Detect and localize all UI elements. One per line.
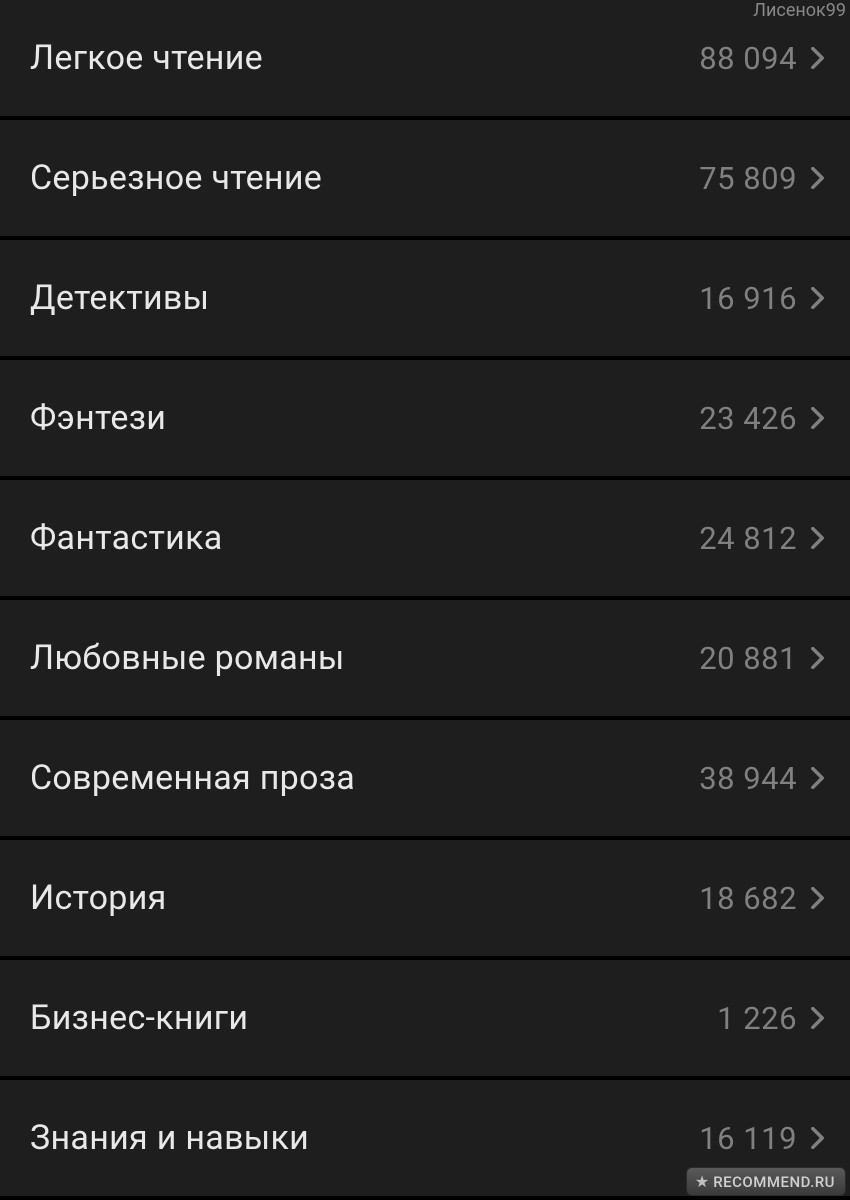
category-count: 20 881	[699, 640, 797, 677]
star-icon: ★	[695, 1172, 709, 1191]
category-item-modern-prose[interactable]: Современная проза 38 944	[0, 720, 850, 840]
category-right: 18 682	[699, 880, 824, 917]
category-right: 24 812	[699, 520, 824, 557]
category-label: Знания и навыки	[30, 1118, 309, 1158]
category-item-easy-reading[interactable]: Легкое чтение 88 094	[0, 0, 850, 120]
chevron-right-icon	[811, 527, 824, 549]
watermark-bottom: ★ RECOMMEND.RU	[686, 1167, 846, 1196]
chevron-right-icon	[811, 167, 824, 189]
category-label: Фантастика	[30, 518, 223, 558]
category-list: Легкое чтение 88 094 Серьезное чтение 75…	[0, 0, 850, 1200]
category-label: Фэнтези	[30, 398, 166, 438]
category-right: 1 226	[717, 1000, 824, 1037]
category-item-history[interactable]: История 18 682	[0, 840, 850, 960]
chevron-right-icon	[811, 647, 824, 669]
watermark-bottom-text: RECOMMEND.RU	[713, 1173, 835, 1191]
category-count: 16 916	[699, 280, 797, 317]
category-right: 88 094	[699, 40, 824, 77]
category-label: Детективы	[30, 278, 209, 318]
category-right: 16 119	[699, 1120, 824, 1157]
category-label: Бизнес-книги	[30, 998, 248, 1038]
category-count: 16 119	[699, 1120, 797, 1157]
category-item-detectives[interactable]: Детективы 16 916	[0, 240, 850, 360]
chevron-right-icon	[811, 1127, 824, 1149]
category-item-romance[interactable]: Любовные романы 20 881	[0, 600, 850, 720]
category-right: 23 426	[699, 400, 824, 437]
category-label: Любовные романы	[30, 638, 345, 678]
chevron-right-icon	[811, 47, 824, 69]
category-count: 88 094	[699, 40, 797, 77]
category-count: 38 944	[699, 760, 797, 797]
watermark-top: Лисенок99	[753, 0, 846, 21]
category-item-scifi[interactable]: Фантастика 24 812	[0, 480, 850, 600]
chevron-right-icon	[811, 887, 824, 909]
category-right: 75 809	[699, 160, 824, 197]
category-label: История	[30, 878, 167, 918]
category-count: 18 682	[699, 880, 797, 917]
category-right: 38 944	[699, 760, 824, 797]
category-count: 75 809	[699, 160, 797, 197]
category-right: 20 881	[699, 640, 824, 677]
chevron-right-icon	[811, 407, 824, 429]
category-item-fantasy[interactable]: Фэнтези 23 426	[0, 360, 850, 480]
category-right: 16 916	[699, 280, 824, 317]
category-label: Современная проза	[30, 758, 355, 798]
category-count: 1 226	[717, 1000, 797, 1037]
category-count: 24 812	[699, 520, 797, 557]
category-count: 23 426	[699, 400, 797, 437]
chevron-right-icon	[811, 767, 824, 789]
category-label: Легкое чтение	[30, 38, 263, 78]
chevron-right-icon	[811, 1007, 824, 1029]
category-item-serious-reading[interactable]: Серьезное чтение 75 809	[0, 120, 850, 240]
chevron-right-icon	[811, 287, 824, 309]
category-label: Серьезное чтение	[30, 158, 322, 198]
category-item-business[interactable]: Бизнес-книги 1 226	[0, 960, 850, 1080]
